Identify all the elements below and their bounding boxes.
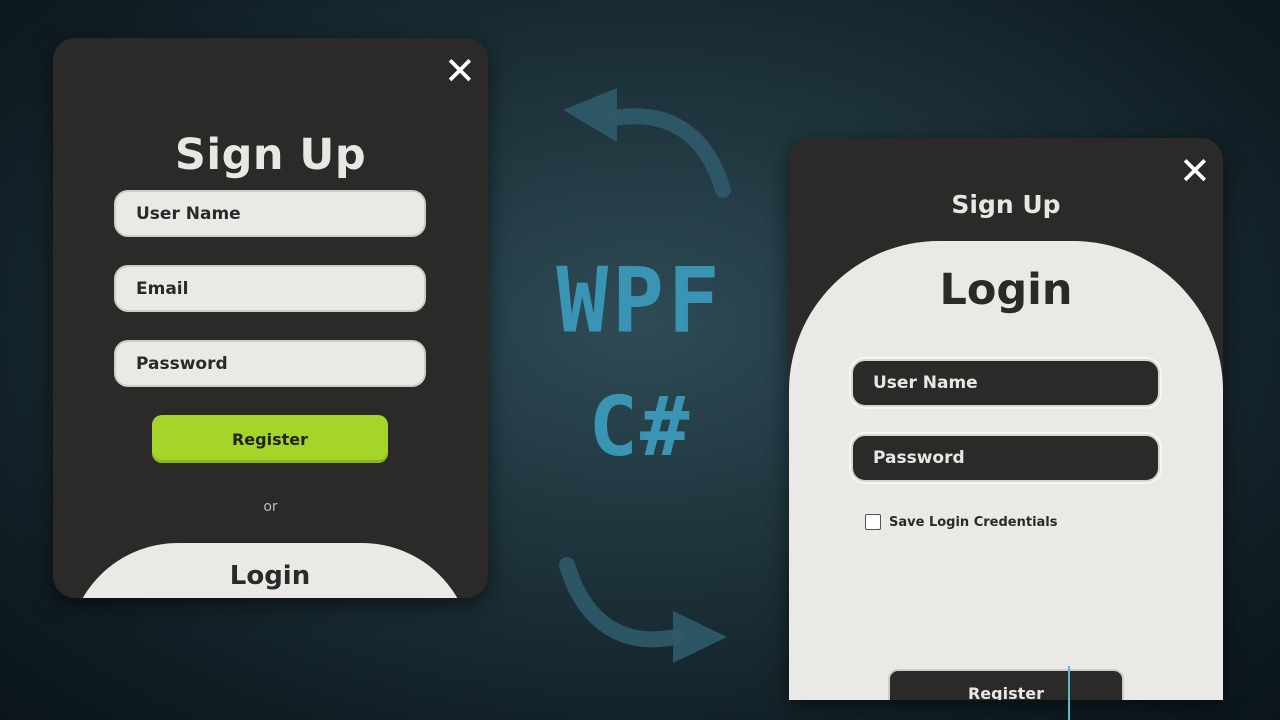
username-placeholder: User Name [136,203,241,224]
login-window: ✕ Sign Up Login User Name Password Save … [789,138,1223,700]
close-icon[interactable]: ✕ [1179,152,1211,190]
save-credentials-label: Save Login Credentials [889,514,1058,530]
close-icon[interactable]: ✕ [444,52,476,90]
login-title: Login [939,265,1073,315]
register-button[interactable]: Register [152,415,388,463]
save-credentials-checkbox[interactable] [865,514,881,530]
login-panel: Login User Name Password Save Login Cred… [789,241,1223,700]
signup-window: ✕ Sign Up User Name Email Password Regis… [53,38,488,598]
password-placeholder: Password [136,353,228,374]
login-username-input[interactable]: User Name [851,359,1160,407]
username-input[interactable]: User Name [114,190,426,237]
password-input[interactable]: Password [114,340,426,387]
curved-arrow-top-icon [563,88,731,198]
login-password-input[interactable]: Password [851,434,1160,482]
signup-switch-label[interactable]: Sign Up [789,190,1223,219]
save-credentials-row: Save Login Credentials [865,514,1058,530]
or-separator: or [263,499,278,515]
login-switch-label: Login [229,561,311,591]
text-cursor-line [1068,666,1070,720]
login-register-button[interactable]: Register [888,669,1124,700]
login-switch-panel[interactable]: Login [68,543,472,598]
email-placeholder: Email [136,278,189,299]
login-username-placeholder: User Name [873,373,978,393]
email-input[interactable]: Email [114,265,426,312]
login-password-placeholder: Password [873,448,965,468]
curved-arrow-bottom-icon [559,557,727,663]
signup-title: Sign Up [174,130,367,180]
